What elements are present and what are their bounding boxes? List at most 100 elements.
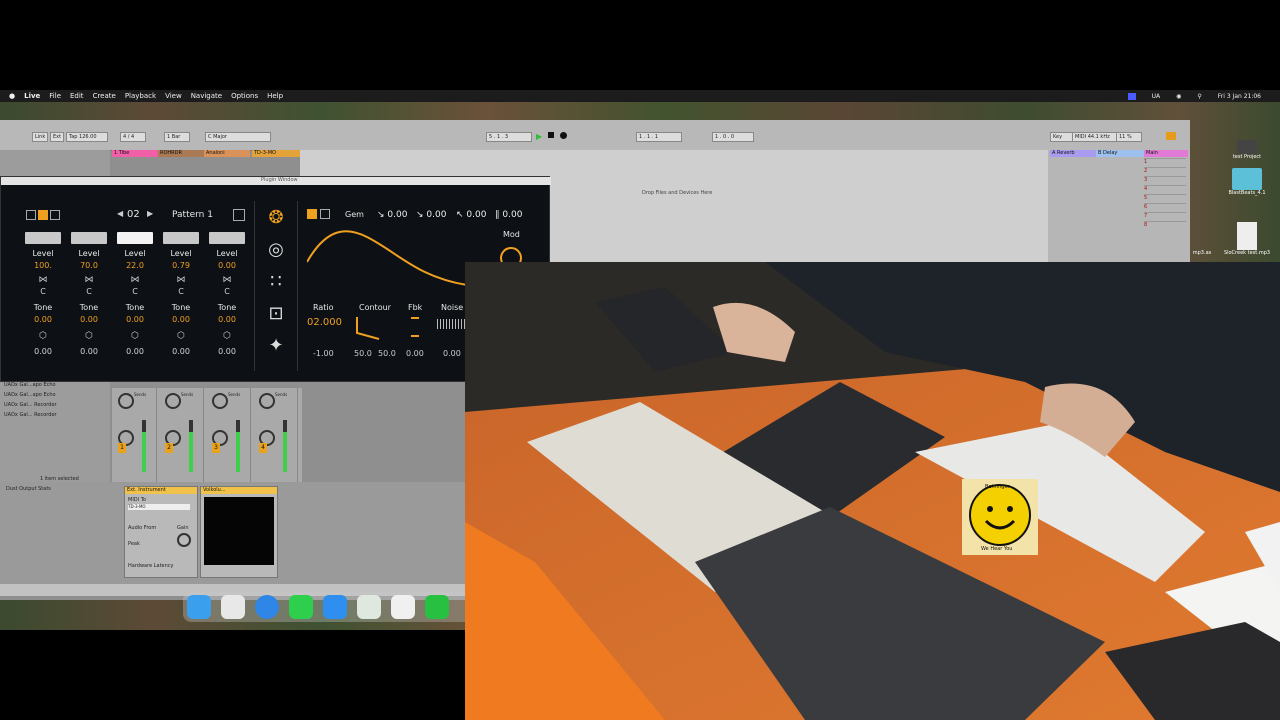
noise-engine-icon[interactable]: ∷: [263, 271, 289, 292]
contour-envelope-icon[interactable]: [355, 315, 381, 341]
cube-icon[interactable]: ⬡: [25, 331, 61, 341]
level-value[interactable]: 22.0: [117, 261, 153, 270]
noise-value[interactable]: 0.00: [443, 349, 461, 358]
engine-mode-icon[interactable]: [307, 209, 317, 219]
mod-value-1[interactable]: ↘ 0.00: [377, 210, 407, 220]
ext-sync-button[interactable]: Ext: [50, 132, 65, 142]
pan-icon[interactable]: ⋈: [163, 275, 199, 285]
photos-icon[interactable]: [391, 595, 415, 619]
bottom-value[interactable]: 0.00: [209, 347, 245, 356]
pan-icon[interactable]: ⋈: [25, 275, 61, 285]
pattern-name[interactable]: Pattern 1: [172, 210, 213, 220]
menu-edit[interactable]: Edit: [70, 92, 84, 100]
track-number[interactable]: 1: [118, 443, 126, 453]
track-header-2[interactable]: ROHRDR: [158, 150, 204, 157]
scene-launch-2[interactable]: 2: [1144, 167, 1186, 175]
pan-value[interactable]: C: [117, 287, 153, 296]
bottom-value[interactable]: 0.00: [71, 347, 107, 356]
track-header-1[interactable]: 1 Tibe: [112, 150, 158, 157]
browser-item[interactable]: UADx Gal...apo Echo: [4, 382, 56, 388]
sparkle-engine-icon[interactable]: ✦: [263, 335, 289, 356]
pattern-view-icon[interactable]: [38, 210, 48, 220]
language-indicator[interactable]: UA: [1152, 93, 1161, 100]
scene-launch-1[interactable]: 1: [1144, 158, 1186, 166]
pan-value[interactable]: C: [25, 287, 61, 296]
browser-item[interactable]: UADx Gal... Recorder: [4, 402, 57, 408]
fbk-slider[interactable]: [411, 317, 419, 337]
track-header-3[interactable]: Analoni: [204, 150, 250, 157]
tone-value[interactable]: 0.00: [209, 315, 245, 324]
ratio-value[interactable]: 02.000: [307, 317, 342, 328]
menu-help[interactable]: Help: [267, 92, 283, 100]
clock[interactable]: Fri 3 Jan 21:06: [1218, 93, 1261, 100]
pan-value[interactable]: C: [71, 287, 107, 296]
return-track-a[interactable]: A Reverb: [1050, 150, 1096, 157]
mail-icon[interactable]: [323, 595, 347, 619]
facetime-icon[interactable]: [425, 595, 449, 619]
send-knob[interactable]: [118, 393, 134, 409]
gem-engine-icon[interactable]: ❂: [263, 207, 289, 228]
maps-icon[interactable]: [357, 595, 381, 619]
arrangement-position[interactable]: 5 . 1 . 3: [486, 132, 532, 142]
device-title[interactable]: Volkolu...: [201, 487, 277, 494]
menu-file[interactable]: File: [49, 92, 61, 100]
wifi-icon[interactable]: ◉: [1176, 93, 1181, 100]
level-value[interactable]: 100.: [25, 261, 61, 270]
level-value[interactable]: 70.0: [71, 261, 107, 270]
external-instrument-device[interactable]: Ext. Instrument MIDI To TD-3-MO Audio Fr…: [124, 486, 198, 578]
desktop-icon-slocreek[interactable]: SloCreek test.mp3: [1217, 222, 1277, 256]
return-track-b[interactable]: B Delay: [1096, 150, 1144, 157]
send-knob[interactable]: [212, 393, 228, 409]
launchpad-icon[interactable]: [221, 595, 245, 619]
menu-navigate[interactable]: Navigate: [191, 92, 222, 100]
scene-launch-5[interactable]: 5: [1144, 194, 1186, 202]
grid-view-icon[interactable]: [26, 210, 36, 220]
contour-value-b[interactable]: 50.0: [378, 349, 396, 358]
loop-start[interactable]: 1 . 1 . 1: [636, 132, 682, 142]
pan-value[interactable]: C: [163, 287, 199, 296]
waveform-icon[interactable]: [320, 209, 330, 219]
pan-icon[interactable]: ⋈: [71, 275, 107, 285]
scene-launch-4[interactable]: 4: [1144, 185, 1186, 193]
midi-map-button[interactable]: MIDI 44.1 kHz: [1072, 132, 1118, 142]
browser-item[interactable]: UADx Gal... Recorder: [4, 412, 57, 418]
ring-engine-icon[interactable]: ◎: [263, 239, 289, 260]
bottom-value[interactable]: 0.00: [25, 347, 61, 356]
channel-select-button[interactable]: [209, 232, 245, 244]
menu-live[interactable]: Live: [24, 92, 40, 100]
channel-select-button[interactable]: [117, 232, 153, 244]
scene-launch-7[interactable]: 7: [1144, 212, 1186, 220]
channel-select-button[interactable]: [163, 232, 199, 244]
messages-icon[interactable]: [289, 595, 313, 619]
finder-icon[interactable]: [187, 595, 211, 619]
pattern-next-icon[interactable]: ▶: [147, 209, 153, 218]
device-title[interactable]: Ext. Instrument: [125, 487, 197, 494]
ratio-bottom-value[interactable]: -1.00: [313, 349, 334, 358]
pattern-prev-icon[interactable]: ◀: [117, 209, 123, 218]
scene-launch-3[interactable]: 3: [1144, 176, 1186, 184]
level-value[interactable]: 0.79: [163, 261, 199, 270]
bottom-value[interactable]: 0.00: [117, 347, 153, 356]
bottom-value[interactable]: 0.00: [163, 347, 199, 356]
cube-icon[interactable]: ⬡: [117, 331, 153, 341]
tone-value[interactable]: 0.00: [117, 315, 153, 324]
quantize-menu[interactable]: 1 Bar: [164, 132, 190, 142]
menu-view[interactable]: View: [165, 92, 182, 100]
level-value[interactable]: 0.00: [209, 261, 245, 270]
send-knob[interactable]: [259, 393, 275, 409]
pan-icon[interactable]: ⋈: [117, 275, 153, 285]
tone-value[interactable]: 0.00: [163, 315, 199, 324]
record-indicator-icon[interactable]: [1127, 92, 1136, 100]
record-icon[interactable]: [560, 132, 567, 139]
track-header-4[interactable]: TD-3-MO: [252, 150, 300, 157]
mod-value-2[interactable]: ↘ 0.00: [416, 210, 446, 220]
desktop-icon-blastbeats[interactable]: BlastBeats_4.1: [1217, 168, 1277, 196]
master-track[interactable]: Main: [1144, 150, 1188, 157]
settings-icon[interactable]: [50, 210, 60, 220]
mod-value-3[interactable]: ↖ 0.00: [456, 210, 486, 220]
cube-icon[interactable]: ⬡: [71, 331, 107, 341]
noise-pattern[interactable]: [437, 319, 465, 329]
safari-icon[interactable]: [255, 595, 279, 619]
midi-to-select[interactable]: TD-3-MO: [128, 504, 190, 510]
tempo-field[interactable]: Tap 126.00: [66, 132, 108, 142]
